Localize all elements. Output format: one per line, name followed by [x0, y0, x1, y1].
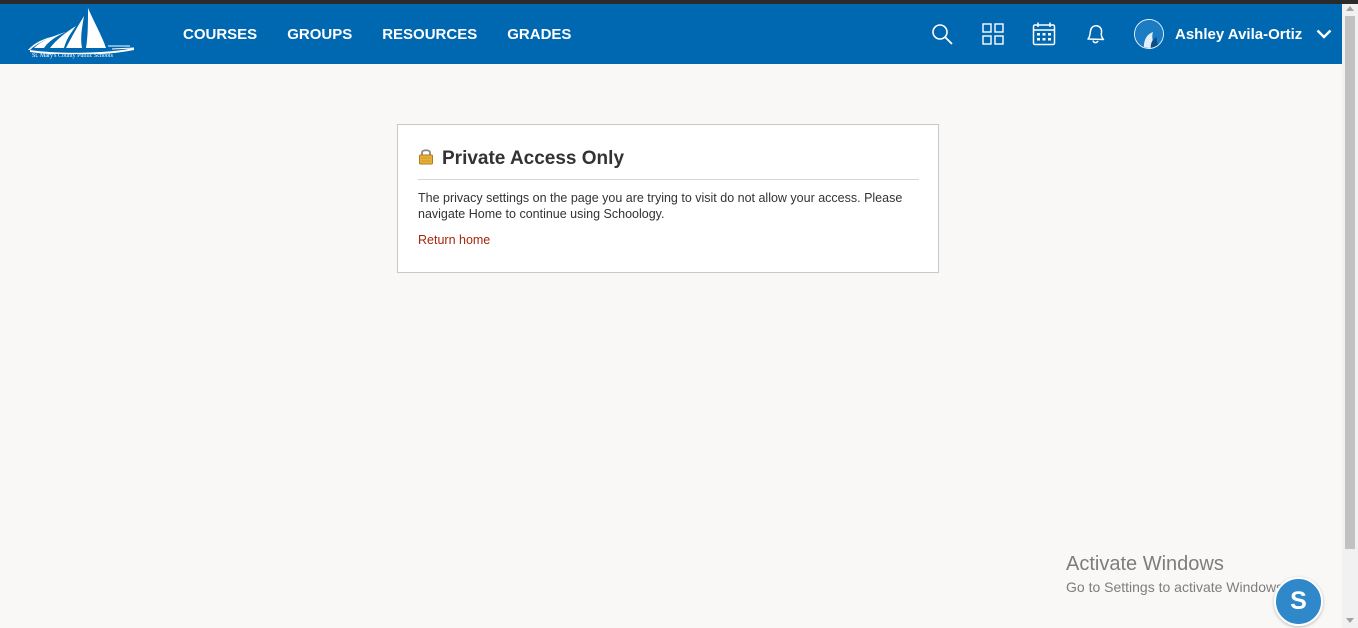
activate-windows-watermark: Activate Windows Go to Settings to activ…	[1066, 552, 1287, 596]
card-title: Private Access Only	[442, 148, 625, 169]
school-name: St. Mary's County Public Schools	[32, 53, 113, 59]
calendar-button[interactable]	[1031, 21, 1057, 47]
scroll-thumb[interactable]	[1345, 16, 1355, 549]
search-icon	[932, 24, 953, 45]
main-nav: COURSES GROUPS RESOURCES GRADES	[183, 4, 601, 64]
schoology-help-button[interactable]: S	[1274, 577, 1323, 626]
top-navigation-bar: St. Mary's County Public Schools COURSES…	[0, 4, 1342, 64]
lock-icon	[419, 149, 433, 165]
chevron-down-icon[interactable]	[1316, 29, 1332, 39]
search-button[interactable]	[929, 21, 955, 47]
sailboat-logo-icon	[28, 8, 135, 54]
notifications-bell-icon	[1087, 25, 1105, 44]
user-menu[interactable]: Ashley Avila-Ortiz	[1134, 18, 1332, 50]
scroll-up-arrow-icon[interactable]	[1346, 6, 1354, 11]
scroll-down-arrow-icon[interactable]	[1346, 618, 1354, 623]
user-name: Ashley Avila-Ortiz	[1175, 25, 1303, 43]
nav-grades[interactable]: GRADES	[507, 26, 571, 43]
watermark-title: Activate Windows	[1066, 553, 1224, 575]
return-home-link[interactable]: Return home	[418, 233, 490, 247]
school-logo[interactable]: St. Mary's County Public Schools	[26, 6, 138, 62]
avatar	[1134, 19, 1164, 49]
vertical-scrollbar[interactable]	[1342, 4, 1358, 628]
calendar-icon	[1032, 22, 1056, 46]
notifications-button[interactable]	[1082, 21, 1108, 47]
private-access-card: Private Access Only The privacy settings…	[397, 124, 939, 273]
card-header: Private Access Only	[418, 145, 919, 180]
nav-resources[interactable]: RESOURCES	[382, 26, 477, 43]
nav-groups[interactable]: GROUPS	[287, 26, 352, 43]
watermark-subtitle: Go to Settings to activate Windows.	[1066, 579, 1287, 595]
apps-grid-icon	[982, 23, 1004, 45]
card-message: The privacy settings on the page you are…	[418, 191, 903, 221]
nav-courses[interactable]: COURSES	[183, 26, 257, 43]
apps-button[interactable]	[980, 21, 1006, 47]
